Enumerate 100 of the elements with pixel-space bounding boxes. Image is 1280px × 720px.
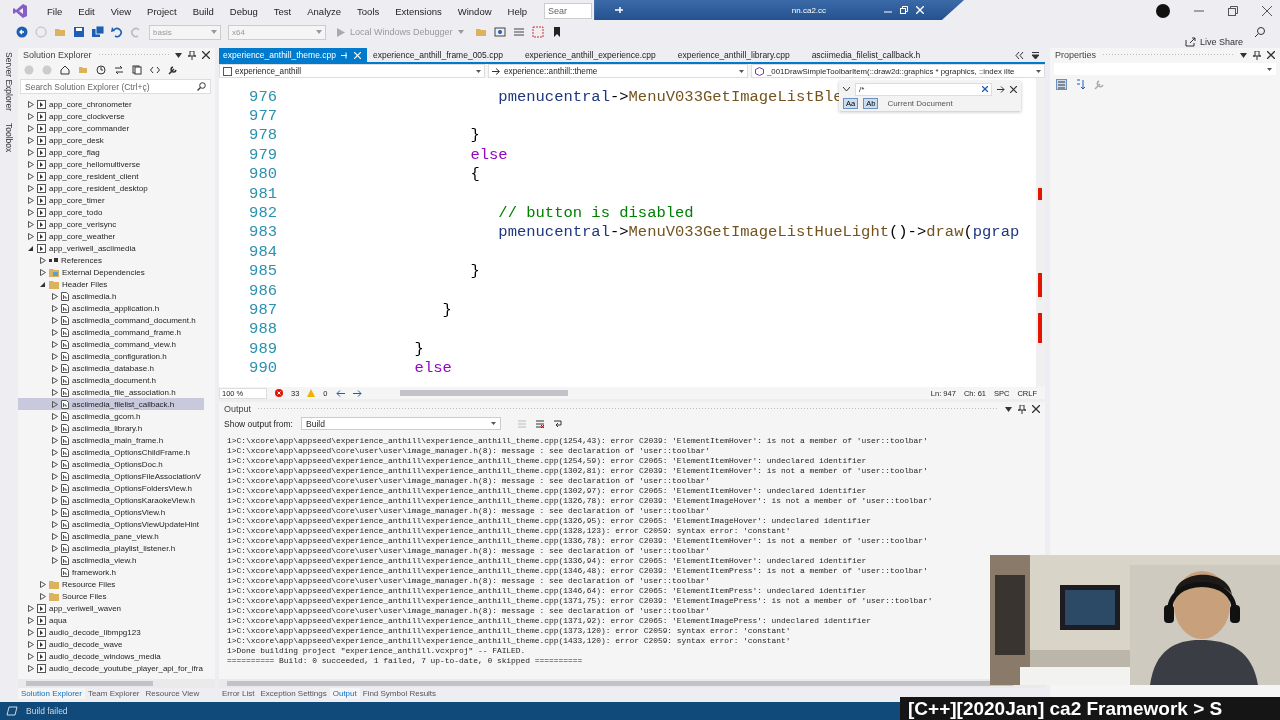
save-all-icon[interactable]: [92, 26, 104, 38]
scrollbar[interactable]: [18, 679, 215, 688]
menu-item[interactable]: Analyze: [300, 3, 349, 19]
tree-item[interactable]: asciimedia_view.h: [18, 554, 204, 566]
tree-item[interactable]: audio_decode_windows_media: [18, 650, 204, 662]
tree-item[interactable]: app_veriwell_asciimedia: [18, 242, 204, 254]
panel-tab[interactable]: Output: [329, 688, 360, 699]
pin-icon[interactable]: [1253, 50, 1261, 60]
tree-item[interactable]: app_core_clockverse: [18, 110, 204, 122]
tree-item[interactable]: Header Files: [18, 278, 204, 290]
side-tab[interactable]: Toolbox: [4, 123, 14, 153]
tree-item[interactable]: asciimedia_library.h: [18, 422, 204, 434]
tree-item[interactable]: asciimedia_OptionsDoc.h: [18, 458, 204, 470]
dropdown-icon[interactable]: [1032, 51, 1039, 59]
sort-icon[interactable]: [1075, 78, 1086, 90]
menu-item[interactable]: Debug: [222, 3, 265, 19]
live-share-button[interactable]: Live Share: [1180, 35, 1247, 49]
dropdown-icon[interactable]: [1005, 406, 1012, 412]
tree-item[interactable]: framework.h: [18, 566, 204, 578]
output-source-dropdown[interactable]: Build: [301, 417, 501, 430]
dropdown-icon[interactable]: [175, 52, 182, 58]
expander-icon[interactable]: [28, 112, 34, 120]
tree-item[interactable]: app_core_desk: [18, 134, 204, 146]
expander-icon[interactable]: [52, 508, 58, 516]
search-field[interactable]: Search Solution Explorer (Ctrl+ç): [20, 79, 211, 94]
menu-item[interactable]: View: [103, 3, 139, 19]
wrench-icon[interactable]: [168, 65, 178, 75]
tree-item[interactable]: asciimedia_file_association.h: [18, 386, 204, 398]
menu-item[interactable]: File: [40, 3, 70, 19]
expander-icon[interactable]: [52, 364, 58, 372]
expander-icon[interactable]: [52, 532, 58, 540]
tree-item[interactable]: asciimedia_OptionsView.h: [18, 506, 204, 518]
menu-item[interactable]: Edit: [71, 3, 102, 19]
project-dropdown[interactable]: experience_anthill: [219, 64, 485, 78]
file-tab[interactable]: experience_anthill_library.cpp: [673, 48, 806, 62]
expander-icon[interactable]: [52, 448, 58, 456]
close-icon[interactable]: [1267, 51, 1275, 59]
tree-item[interactable]: app_core_resident_desktop: [18, 182, 204, 194]
menu-item[interactable]: Project: [140, 3, 184, 19]
tree-item[interactable]: app_veriwell_waven: [18, 602, 204, 614]
restore-icon[interactable]: [1228, 6, 1238, 16]
expander-icon[interactable]: [28, 208, 34, 216]
wrap-icon[interactable]: [553, 418, 563, 429]
expander-icon[interactable]: [28, 604, 34, 612]
expander-icon[interactable]: [28, 640, 34, 648]
scrollbar[interactable]: [219, 679, 1045, 688]
expander-icon[interactable]: [40, 256, 46, 264]
pages-icon[interactable]: [132, 65, 142, 75]
expander-icon[interactable]: [40, 280, 46, 288]
expander-icon[interactable]: [40, 268, 46, 276]
tree-item[interactable]: app_core_todo: [18, 206, 204, 218]
expander-icon[interactable]: [52, 544, 58, 552]
tree-item[interactable]: asciimedia_application.h: [18, 302, 204, 314]
overview-ruler[interactable]: [1036, 78, 1045, 387]
search-icon[interactable]: [197, 82, 206, 91]
expander-icon[interactable]: [28, 124, 34, 132]
expander-icon[interactable]: [40, 592, 46, 600]
expander-icon[interactable]: [52, 340, 58, 348]
expander-icon[interactable]: [52, 304, 58, 312]
expander-icon[interactable]: [28, 652, 34, 660]
expander-icon[interactable]: [52, 436, 58, 444]
menu-item[interactable]: Window: [450, 3, 499, 19]
file-tab[interactable]: experience_anthill_frame_005.cpp: [368, 48, 519, 62]
dropdown-icon[interactable]: [1240, 52, 1247, 58]
expander-icon[interactable]: [52, 556, 58, 564]
tree-item[interactable]: asciimedia_gcom.h: [18, 410, 204, 422]
tree-item[interactable]: app_core_commander: [18, 122, 204, 134]
panel-tab[interactable]: Team Explorer: [84, 688, 143, 699]
expander-icon[interactable]: [28, 100, 34, 108]
tree-item[interactable]: asciimedia_filelist_callback.h: [18, 398, 204, 410]
file-tab[interactable]: asciimedia_filelist_callback.h: [807, 48, 937, 62]
menu-item[interactable]: Help: [500, 3, 535, 19]
tree-item[interactable]: aqua: [18, 614, 204, 626]
expander-icon[interactable]: [28, 196, 34, 204]
forward-icon[interactable]: [352, 389, 362, 397]
expander-icon[interactable]: [28, 220, 34, 228]
tree-item[interactable]: app_core_chronometer: [18, 98, 204, 110]
undo-icon[interactable]: [111, 26, 123, 38]
expander-icon[interactable]: [52, 496, 58, 504]
expander-icon[interactable]: [28, 664, 34, 672]
tree-item[interactable]: app_core_hellomultiverse: [18, 158, 204, 170]
tree-item[interactable]: asciimedia_database.h: [18, 362, 204, 374]
tree-item[interactable]: Resource Files: [18, 578, 204, 590]
feedback-icon[interactable]: [1254, 26, 1266, 38]
find-field[interactable]: /*: [855, 82, 992, 96]
find-next-icon[interactable]: [997, 85, 1005, 93]
tree-item[interactable]: asciimedia_pane_view.h: [18, 530, 204, 542]
clear-icon[interactable]: [535, 418, 545, 429]
restore-icon[interactable]: [900, 6, 909, 14]
tree-item[interactable]: app_core_resident_client: [18, 170, 204, 182]
search-field[interactable]: Sear: [544, 3, 593, 19]
tree-item[interactable]: asciimedia_OptionsKaraokeView.h: [18, 494, 204, 506]
expander-icon[interactable]: [28, 160, 34, 168]
side-tab[interactable]: Server Explorer: [4, 52, 14, 112]
tree-item[interactable]: audio_decode_wave: [18, 638, 204, 650]
chevron-icon[interactable]: [843, 86, 850, 92]
expander-icon[interactable]: [52, 388, 58, 396]
expander-icon[interactable]: [28, 244, 34, 252]
tree-item[interactable]: References: [18, 254, 204, 266]
expander-icon[interactable]: [28, 628, 34, 636]
